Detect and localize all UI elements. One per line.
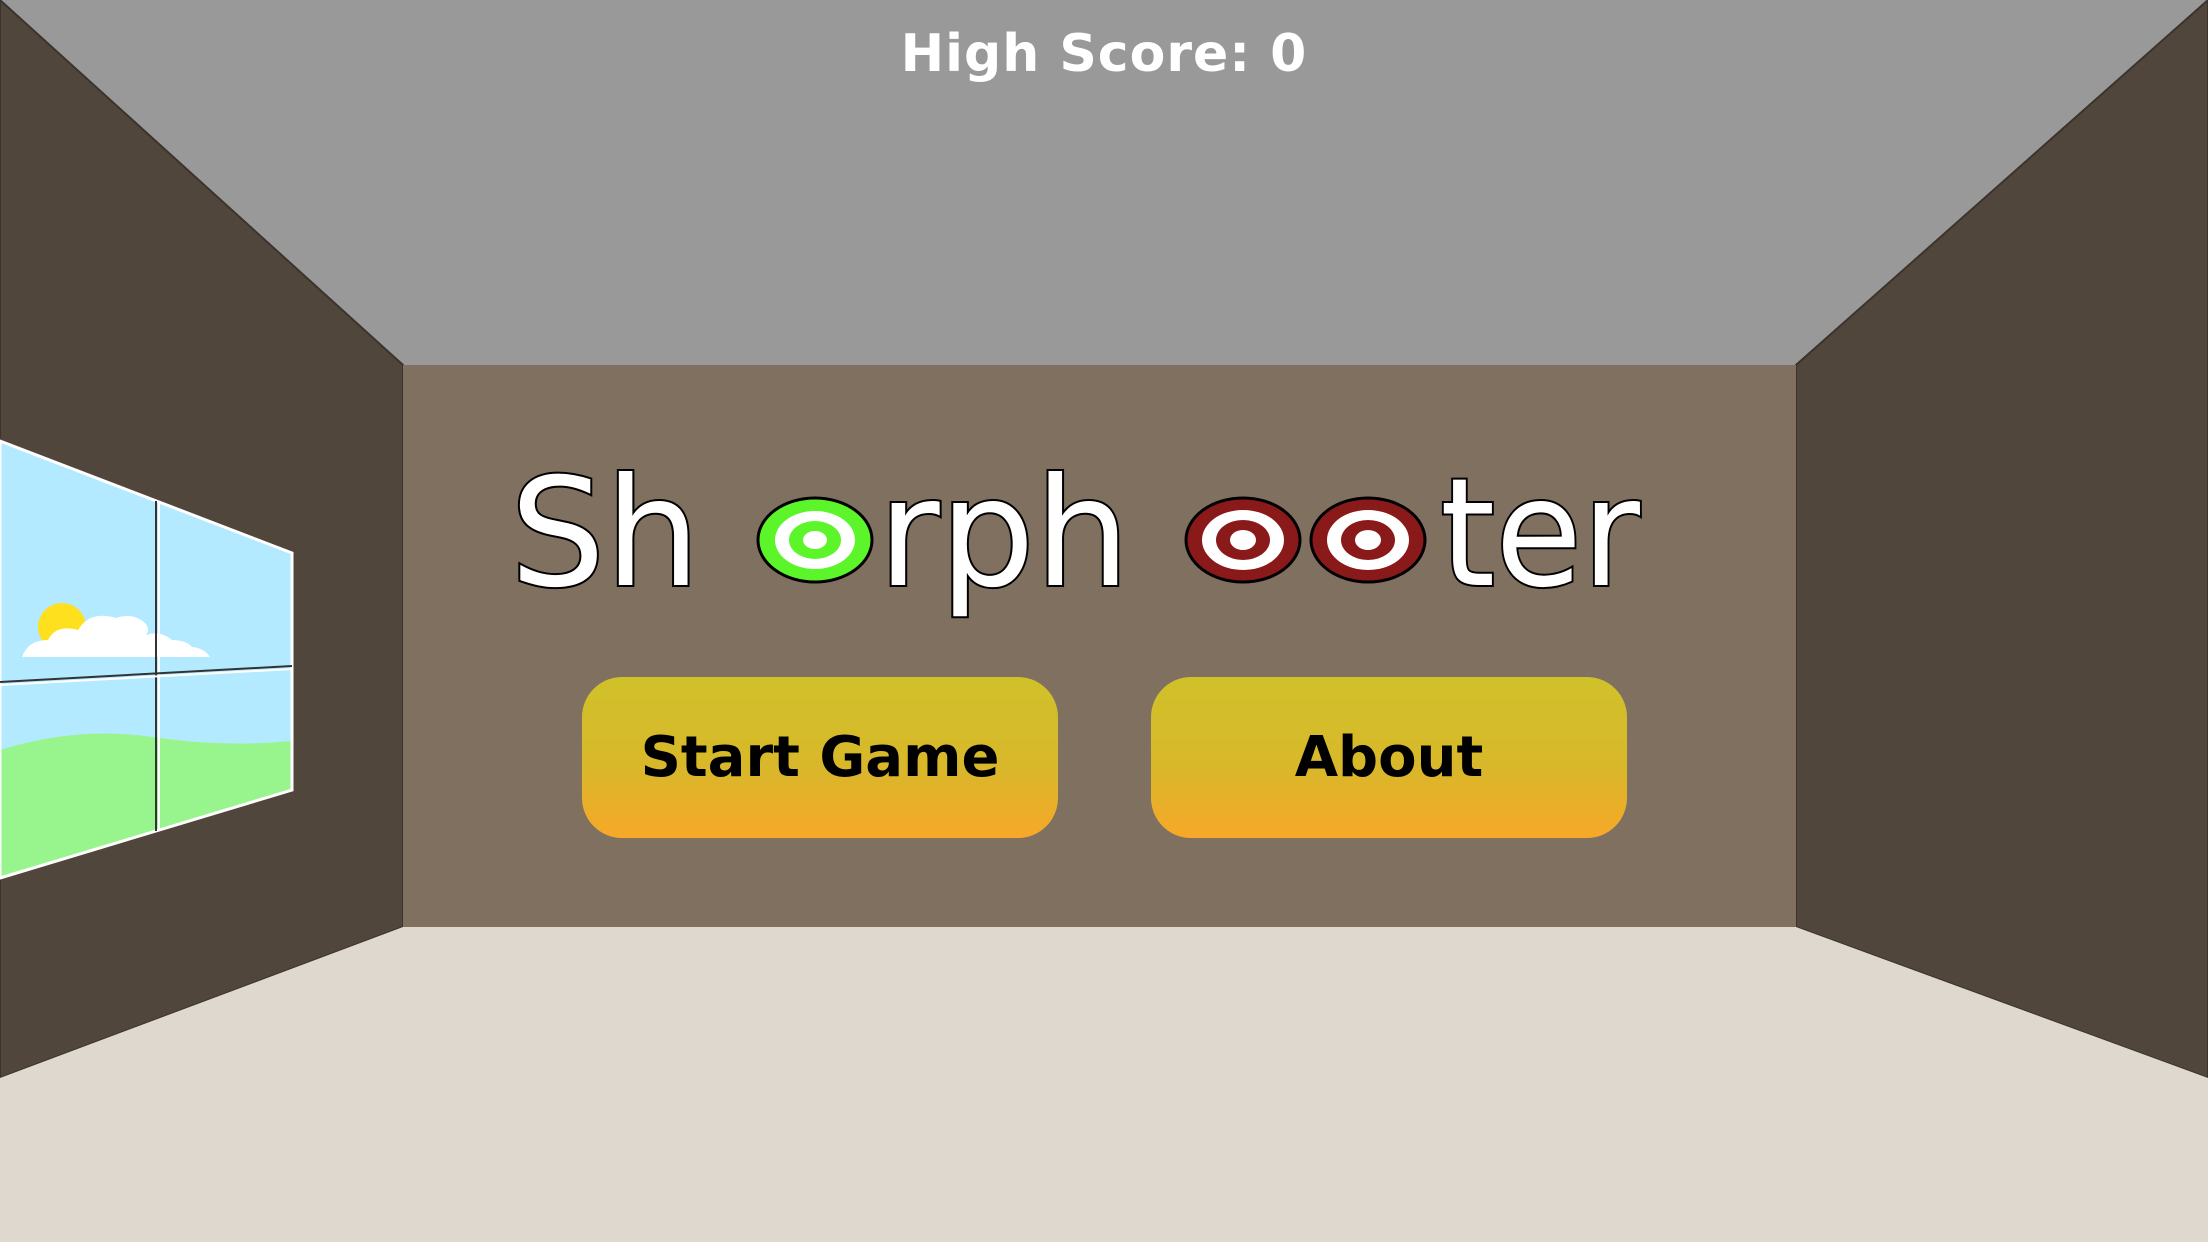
game-logo: Sh rph ter (508, 445, 1690, 630)
logo-text-sh: Sh (510, 455, 700, 621)
about-button[interactable]: About (1151, 677, 1627, 838)
red-target-icon (1309, 496, 1427, 584)
start-game-label: Start Game (640, 725, 1000, 790)
high-score-text: High Score: 0 (900, 24, 1308, 84)
high-score-display: High Score: 0 (0, 24, 2208, 84)
logo-text-rph: rph (878, 455, 1130, 621)
about-label: About (1294, 725, 1484, 790)
floor (0, 927, 2208, 1242)
back-wall (403, 365, 1796, 927)
start-game-button[interactable]: Start Game (582, 677, 1058, 838)
green-target-icon (756, 496, 874, 584)
red-target-icon (1184, 496, 1302, 584)
logo-text-ter: ter (1440, 455, 1640, 621)
